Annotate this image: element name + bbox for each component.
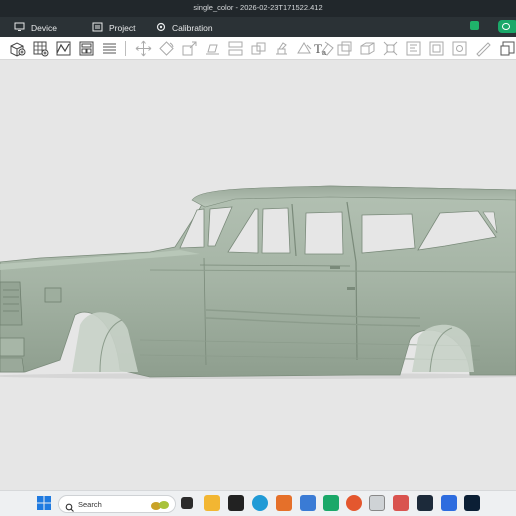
3d-app-icon[interactable]	[417, 495, 433, 511]
terminal-icon[interactable]	[228, 495, 244, 511]
svg-text:a: a	[322, 50, 326, 57]
import-icon[interactable]	[55, 40, 72, 57]
search-highlight-icon	[150, 498, 170, 510]
assembly-icon[interactable]	[382, 40, 399, 57]
title-bar: single_color - 2026-02-23T171522.412	[0, 0, 516, 17]
svg-text:T: T	[314, 41, 322, 56]
taskbar-search-input[interactable]: Search	[58, 495, 176, 513]
store-icon[interactable]	[470, 21, 479, 30]
window-title: single_color - 2026-02-23T171522.412	[193, 3, 323, 12]
search-icon	[65, 499, 74, 516]
rotate-icon[interactable]	[158, 40, 175, 57]
toolbar: Ta	[0, 37, 516, 60]
slicer-app-icon[interactable]	[323, 495, 339, 511]
edge-icon[interactable]	[252, 495, 268, 511]
bambu-app-icon[interactable]	[464, 495, 480, 511]
arrange-icon[interactable]	[78, 40, 95, 57]
layers-icon[interactable]	[101, 40, 118, 57]
menu-calibration[interactable]: Calibration	[156, 21, 213, 34]
brim-icon[interactable]	[428, 40, 445, 57]
file-explorer-icon[interactable]	[204, 495, 220, 511]
move-icon[interactable]	[135, 40, 152, 57]
monitor-icon	[14, 22, 25, 34]
windows-start-icon[interactable]	[36, 495, 52, 511]
taskbar: Search	[0, 490, 516, 516]
scale-icon[interactable]	[181, 40, 198, 57]
sync-toggle-button[interactable]	[498, 20, 516, 33]
menu-project[interactable]: Project	[92, 21, 135, 34]
cut-icon[interactable]	[227, 40, 244, 57]
menu-calibration-label: Calibration	[172, 22, 213, 33]
printer-app-icon[interactable]	[441, 495, 457, 511]
search-placeholder: Search	[78, 500, 102, 509]
support-paint-icon[interactable]	[273, 40, 290, 57]
menu-device[interactable]: Device	[14, 21, 57, 34]
variable-layer-icon[interactable]	[405, 40, 422, 57]
calculator-icon[interactable]	[393, 495, 409, 511]
project-icon	[92, 22, 103, 34]
lay-flat-icon[interactable]	[204, 40, 221, 57]
task-view-icon[interactable]	[181, 497, 193, 509]
mesh-repair-icon[interactable]	[451, 40, 468, 57]
seam-paint-icon[interactable]	[296, 40, 313, 57]
car-body-model[interactable]	[0, 60, 516, 490]
fusion-app-icon[interactable]	[276, 495, 292, 511]
plate-grid-icon[interactable]	[32, 40, 49, 57]
more-icon[interactable]	[499, 40, 516, 57]
menu-bar: Device Project Calibration	[0, 17, 516, 37]
menu-device-label: Device	[31, 22, 57, 33]
photos-icon[interactable]	[300, 495, 316, 511]
menu-project-label: Project	[109, 22, 136, 33]
shield-app-icon[interactable]	[369, 495, 385, 511]
emboss-icon[interactable]	[336, 40, 353, 57]
firefox-icon[interactable]	[346, 495, 362, 511]
ruler-icon[interactable]	[474, 40, 491, 57]
calibration-icon	[156, 22, 166, 34]
text-icon[interactable]: Ta	[313, 40, 330, 57]
boolean-icon[interactable]	[250, 40, 267, 57]
toolbar-divider	[125, 41, 126, 56]
3d-viewport[interactable]	[0, 60, 516, 490]
add-object-icon[interactable]	[9, 40, 26, 57]
measure-icon[interactable]	[359, 40, 376, 57]
